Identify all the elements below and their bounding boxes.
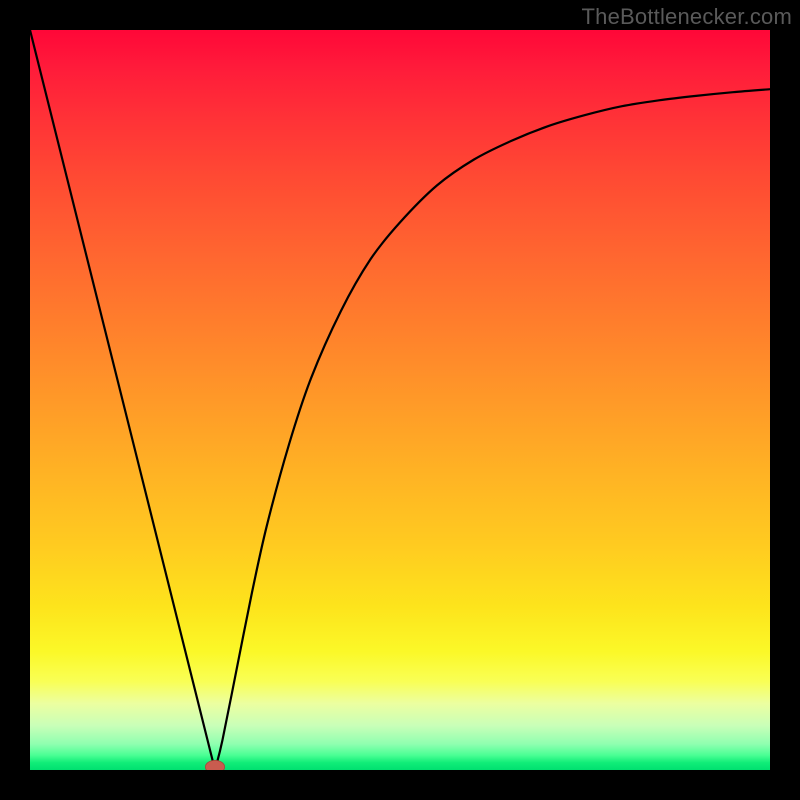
chart-frame <box>30 30 770 770</box>
minimum-marker <box>205 760 224 770</box>
bottleneck-plot <box>30 30 770 770</box>
attribution-watermark: TheBottlenecker.com <box>582 4 792 30</box>
bottleneck-curve <box>30 30 770 770</box>
